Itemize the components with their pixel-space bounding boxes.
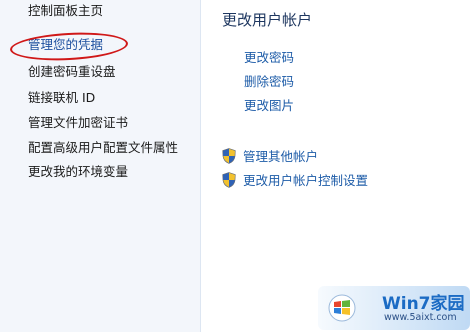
manage-other-accounts-link[interactable]: 管理其他帐户 (243, 149, 318, 165)
sidebar-item-advanced-profile-properties[interactable]: 配置高级用户配置文件属性 (28, 140, 178, 156)
windows-logo-icon (328, 294, 356, 322)
uac-shield-icon (222, 172, 236, 188)
sidebar-item-control-panel-home[interactable]: 控制面板主页 (28, 3, 103, 19)
change-password-link[interactable]: 更改密码 (244, 50, 294, 66)
sidebar: 控制面板主页 管理您的凭据 创建密码重设盘 链接联机 ID 管理文件加密证书 配… (0, 0, 201, 332)
page-title: 更改用户帐户 (222, 11, 313, 29)
sidebar-item-environment-variables[interactable]: 更改我的环境变量 (28, 164, 128, 180)
uac-shield-icon (222, 148, 236, 164)
sidebar-item-link-online-id[interactable]: 链接联机 ID (28, 90, 95, 106)
sidebar-item-manage-credentials[interactable]: 管理您的凭据 (28, 37, 103, 53)
watermark-brand: Win7家园 (382, 294, 465, 314)
sidebar-item-manage-encryption-certs[interactable]: 管理文件加密证书 (28, 115, 128, 131)
remove-password-link[interactable]: 删除密码 (244, 74, 294, 90)
change-picture-link[interactable]: 更改图片 (244, 98, 294, 114)
sidebar-item-create-reset-disk[interactable]: 创建密码重设盘 (28, 64, 116, 80)
change-uac-settings-link[interactable]: 更改用户帐户控制设置 (243, 173, 368, 189)
watermark: Win7家园 www.5aixt.com (318, 286, 470, 330)
watermark-url: www.5aixt.com (384, 312, 457, 323)
main-panel: 更改用户帐户 更改密码 删除密码 更改图片 管理其他帐户 更改用户帐户控制设置 (200, 0, 473, 332)
